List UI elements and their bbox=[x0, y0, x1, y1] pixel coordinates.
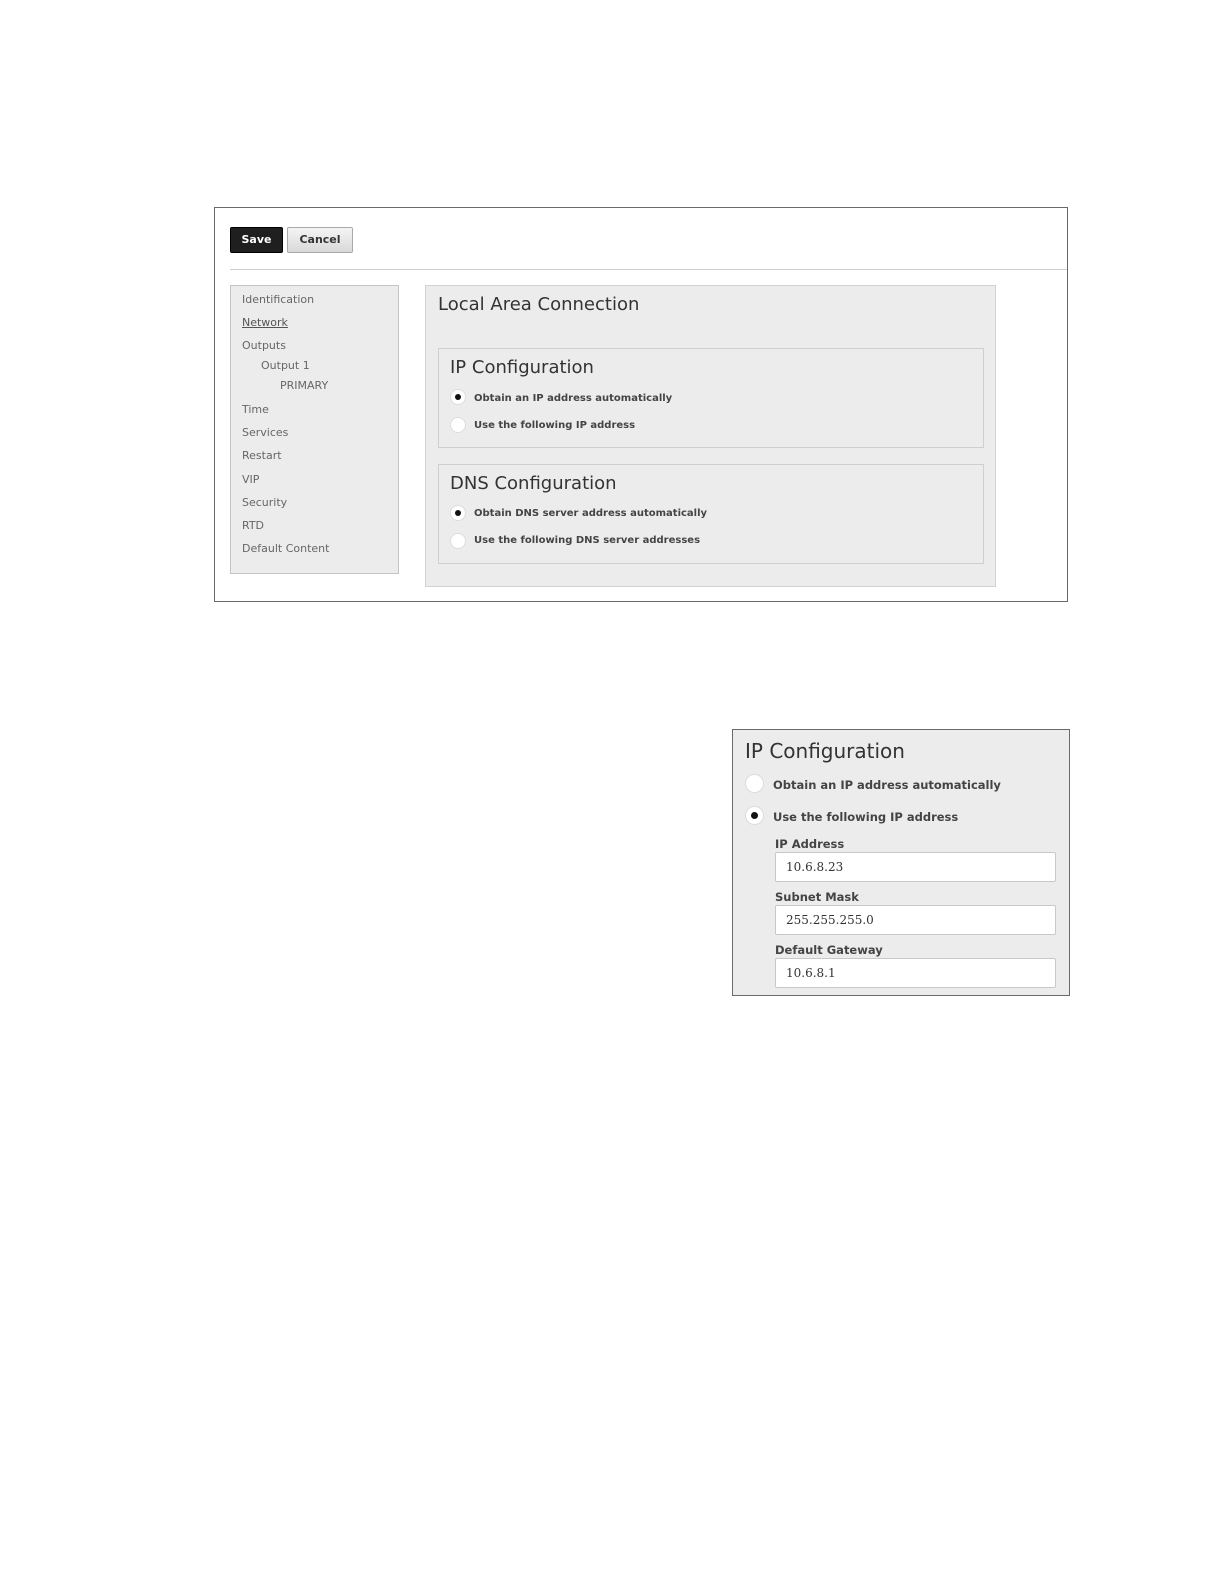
ip-address-label: IP Address bbox=[775, 837, 845, 851]
local-area-connection-panel: Local Area Connection IP Configuration O… bbox=[425, 285, 996, 587]
ip-configuration-detail-screenshot: IP Configuration Obtain an IP address au… bbox=[732, 729, 1070, 996]
save-button[interactable]: Save bbox=[230, 227, 283, 253]
ip-auto-radio[interactable] bbox=[450, 389, 466, 405]
subnet-mask-label: Subnet Mask bbox=[775, 890, 859, 904]
ip-manual-radio[interactable] bbox=[745, 806, 764, 825]
sidebar-item-time[interactable]: Time bbox=[242, 403, 269, 416]
ip-address-field[interactable] bbox=[775, 852, 1056, 882]
ip-configuration-title: IP Configuration bbox=[745, 739, 905, 763]
sidebar-item-security[interactable]: Security bbox=[242, 496, 287, 509]
ip-manual-label[interactable]: Use the following IP address bbox=[773, 810, 958, 824]
ip-manual-radio[interactable] bbox=[450, 417, 466, 433]
dns-auto-label[interactable]: Obtain DNS server address automatically bbox=[474, 508, 707, 519]
sidebar-item-primary[interactable]: PRIMARY bbox=[280, 379, 328, 392]
dns-manual-radio[interactable] bbox=[450, 533, 466, 549]
network-settings-screenshot: Save Cancel Identification Network Outpu… bbox=[214, 207, 1068, 602]
dns-auto-radio[interactable] bbox=[450, 505, 466, 521]
sidebar-item-rtd[interactable]: RTD bbox=[242, 519, 264, 532]
default-gateway-field[interactable] bbox=[775, 958, 1056, 988]
sidebar-item-identification[interactable]: Identification bbox=[242, 293, 314, 306]
page-title: Local Area Connection bbox=[438, 294, 640, 315]
ip-auto-radio[interactable] bbox=[745, 774, 764, 793]
sidebar-item-network[interactable]: Network bbox=[242, 316, 288, 329]
dns-manual-label[interactable]: Use the following DNS server addresses bbox=[474, 535, 700, 546]
sidebar-item-restart[interactable]: Restart bbox=[242, 449, 282, 462]
sidebar-item-vip[interactable]: VIP bbox=[242, 473, 259, 486]
dns-configuration-title: DNS Configuration bbox=[450, 473, 617, 494]
ip-configuration-title: IP Configuration bbox=[450, 357, 594, 378]
default-gateway-label: Default Gateway bbox=[775, 943, 883, 957]
ip-auto-label[interactable]: Obtain an IP address automatically bbox=[773, 778, 1001, 792]
toolbar-divider bbox=[230, 269, 1067, 270]
cancel-button[interactable]: Cancel bbox=[287, 227, 353, 253]
sidebar-item-outputs[interactable]: Outputs bbox=[242, 339, 286, 352]
ip-configuration-box: IP Configuration Obtain an IP address au… bbox=[438, 348, 984, 448]
subnet-mask-field[interactable] bbox=[775, 905, 1056, 935]
sidebar-item-services[interactable]: Services bbox=[242, 426, 288, 439]
sidebar-item-output-1[interactable]: Output 1 bbox=[261, 359, 310, 372]
settings-sidebar: Identification Network Outputs Output 1 … bbox=[230, 285, 399, 574]
dns-configuration-box: DNS Configuration Obtain DNS server addr… bbox=[438, 464, 984, 564]
sidebar-item-default-content[interactable]: Default Content bbox=[242, 542, 329, 555]
ip-manual-label[interactable]: Use the following IP address bbox=[474, 420, 635, 431]
ip-auto-label[interactable]: Obtain an IP address automatically bbox=[474, 393, 672, 404]
